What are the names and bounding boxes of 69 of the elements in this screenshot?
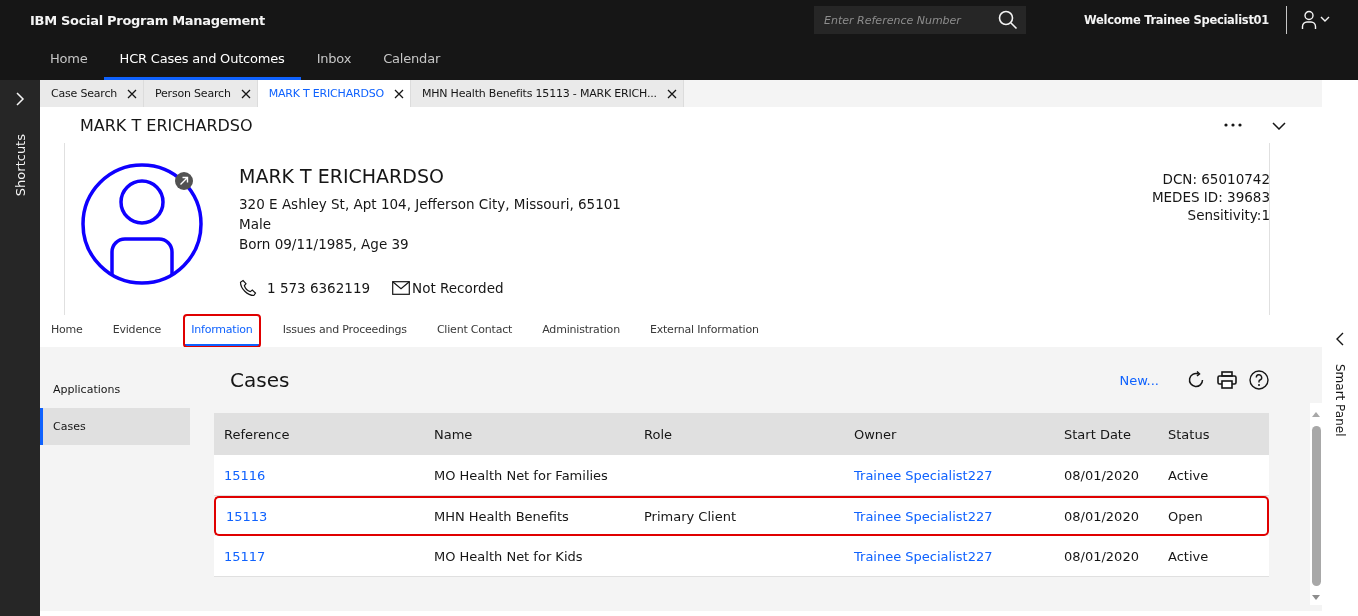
- close-icon[interactable]: [393, 88, 404, 99]
- table-cell: Active: [1168, 548, 1209, 564]
- scrollbar[interactable]: [1310, 403, 1322, 605]
- phone-number: 1 573 6362119: [267, 279, 371, 298]
- table-cell: MO Health Net for Kids: [434, 548, 583, 564]
- section-tab[interactable]: Issues and Proceedings: [275, 315, 414, 347]
- address-text: 320 E Ashley St, Apt 104, Jefferson City, Missouri, 65101: [239, 195, 621, 214]
- section-tab[interactable]: Home: [44, 315, 90, 347]
- close-icon[interactable]: [240, 88, 251, 99]
- shortcuts-panel-label[interactable]: Shortcuts: [12, 134, 28, 197]
- product-name: IBM Social Program Management: [30, 12, 265, 28]
- page-tab[interactable]: MHN Health Benefits 15113 - MARK ERICH...: [410, 80, 684, 107]
- external-link-icon[interactable]: [175, 172, 193, 190]
- search-icon[interactable]: [998, 10, 1019, 30]
- close-icon[interactable]: [666, 88, 677, 99]
- page-title: MARK T ERICHARDSO: [80, 115, 253, 135]
- close-icon[interactable]: [127, 88, 137, 99]
- help-icon[interactable]: [1249, 370, 1269, 390]
- section-tab[interactable]: Evidence: [105, 315, 169, 347]
- page-tab[interactable]: MARK T ERICHARDSO: [257, 80, 411, 107]
- page-tab[interactable]: Case Search: [40, 80, 144, 107]
- scroll-down-icon[interactable]: [1311, 595, 1321, 601]
- email-icon: [392, 281, 411, 295]
- side-nav-item[interactable]: Cases: [40, 408, 190, 445]
- case-reference-link[interactable]: 15113: [226, 508, 268, 524]
- page-tab[interactable]: Person Search: [144, 80, 258, 107]
- person-name: MARK T ERICHARDSO: [239, 165, 445, 187]
- more-options-icon[interactable]: [1224, 123, 1242, 127]
- section-tab[interactable]: External Information: [642, 315, 766, 347]
- phone-icon: [239, 279, 257, 297]
- column-header: Start Date: [1054, 413, 1158, 455]
- nav-tab[interactable]: Home: [34, 40, 104, 80]
- avatar-icon: [81, 163, 203, 285]
- case-reference-link[interactable]: 15116: [224, 467, 266, 483]
- column-header: Role: [634, 413, 844, 455]
- collapse-panel-icon[interactable]: [1336, 332, 1344, 346]
- new-link[interactable]: New...: [1119, 372, 1159, 388]
- email-text: Not Recorded: [412, 279, 504, 298]
- identifier-text: Sensitivity:1: [1187, 206, 1270, 224]
- table-cell: 08/01/2020: [1064, 508, 1139, 524]
- gender-text: Male: [239, 215, 272, 234]
- welcome-text: Welcome Trainee Specialist01: [1084, 13, 1269, 27]
- nav-tab[interactable]: Calendar: [367, 40, 457, 80]
- reference-search-field[interactable]: Enter Reference Number: [814, 6, 1027, 34]
- section-tab[interactable]: Administration: [535, 315, 627, 347]
- case-reference-link[interactable]: 15117: [224, 548, 266, 564]
- column-header: Reference: [214, 413, 424, 455]
- table-cell: Open: [1168, 508, 1203, 524]
- table-cell: MHN Health Benefits: [434, 508, 569, 524]
- identifier-text: MEDES ID: 39683: [1151, 188, 1270, 206]
- column-header: Status: [1158, 413, 1269, 455]
- section-tab[interactable]: Client Contact: [429, 315, 520, 347]
- side-nav-item[interactable]: Applications: [40, 371, 190, 408]
- section-title: Cases: [230, 368, 290, 392]
- collapse-icon[interactable]: [1272, 122, 1286, 130]
- expand-icon[interactable]: [15, 92, 25, 106]
- smart-panel-label[interactable]: Smart Panel: [1333, 364, 1347, 437]
- table-cell: MO Health Net for Families: [434, 467, 608, 483]
- identifier-text: DCN: 65010742: [1162, 170, 1270, 188]
- table-cell: 08/01/2020: [1064, 548, 1139, 564]
- birth-text: Born 09/11/1985, Age 39: [239, 235, 410, 254]
- table-cell: 08/01/2020: [1064, 467, 1139, 483]
- table-cell: Active: [1168, 467, 1209, 483]
- nav-tab[interactable]: Inbox: [300, 40, 368, 80]
- refresh-icon[interactable]: [1187, 371, 1205, 389]
- column-header: Name: [424, 413, 634, 455]
- column-header: Owner: [844, 413, 1054, 455]
- table-cell: Primary Client: [644, 508, 736, 524]
- print-icon[interactable]: [1217, 371, 1237, 389]
